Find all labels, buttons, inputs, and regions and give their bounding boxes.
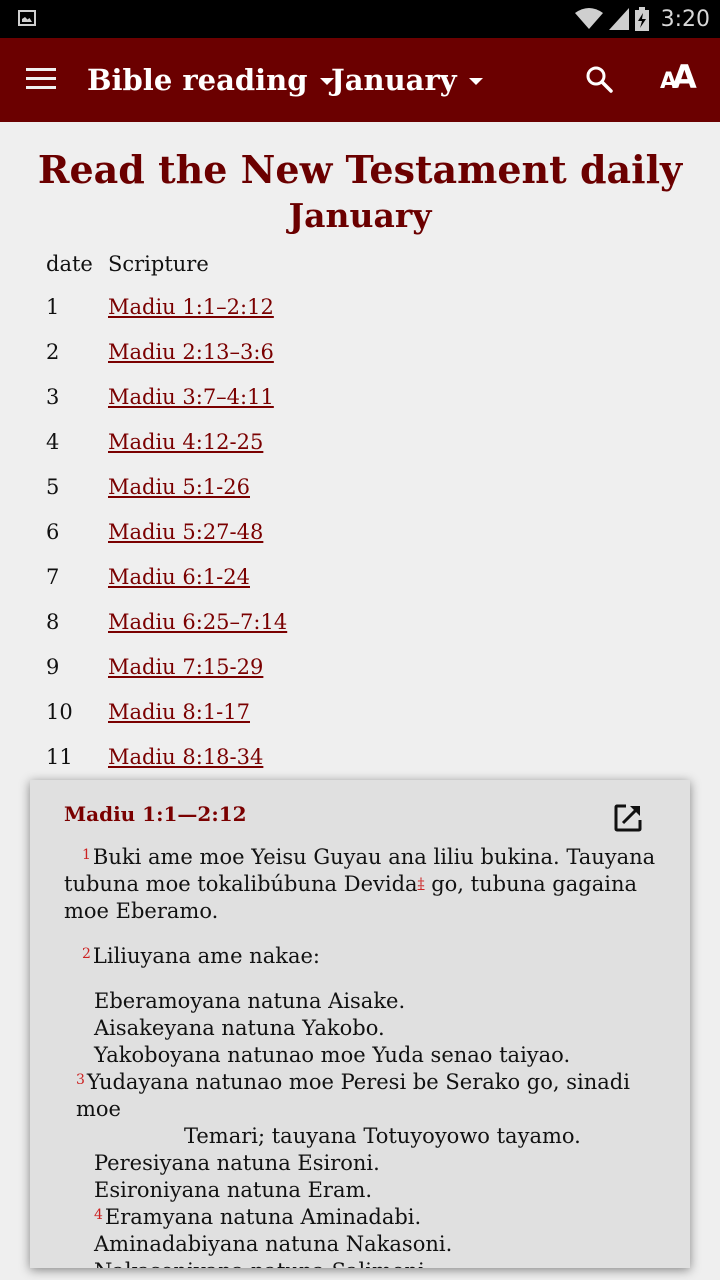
row-date: 5 <box>46 474 60 499</box>
chevron-down-icon <box>468 77 483 85</box>
table-row: 1 Madiu 1:1–2:12 <box>46 284 287 329</box>
scripture-link[interactable]: Madiu 1:1–2:12 <box>108 295 274 319</box>
popup-scripture-text: 1Buki ame moe Yeisu Guyau ana liliu buki… <box>64 844 664 1268</box>
poetry-line: Esironiyana natuna Eram. <box>94 1178 373 1202</box>
table-header-row: date Scripture <box>46 244 287 284</box>
verse-paragraph: 1Buki ame moe Yeisu Guyau ana liliu buki… <box>64 844 664 925</box>
verse-text: Liliuyana ame nakae: <box>92 944 320 968</box>
poetry-line: 4Eramyana natuna Aminadabi. <box>94 1205 422 1229</box>
scripture-link[interactable]: Madiu 8:18-34 <box>108 745 263 769</box>
book-selector-label: Bible reading <box>87 63 308 97</box>
table-row: 9 Madiu 7:15-29 <box>46 644 287 689</box>
poetry-line: Aminadabiyana natuna Nakasoni. <box>94 1232 453 1256</box>
poetry-block: Eberamoyana natuna Aisake. Aisakeyana na… <box>64 988 664 1268</box>
scripture-link[interactable]: Madiu 6:25–7:14 <box>108 610 287 634</box>
table-row: 3 Madiu 3:7–4:11 <box>46 374 287 419</box>
poetry-line: Peresiyana natuna Esironi. <box>94 1151 380 1175</box>
header-date: date <box>46 252 93 276</box>
scripture-link[interactable]: Madiu 6:1-24 <box>108 565 250 589</box>
scripture-link[interactable]: Madiu 8:1-17 <box>108 700 250 724</box>
month-selector-dropdown[interactable]: January <box>331 58 483 102</box>
row-date: 6 <box>46 519 60 544</box>
font-size-icon[interactable]: A A <box>658 58 698 100</box>
table-row: 5 Madiu 5:1-26 <box>46 464 287 509</box>
row-date: 7 <box>46 564 60 589</box>
row-date: 10 <box>46 699 73 724</box>
table-row: 6 Madiu 5:27-48 <box>46 509 287 554</box>
table-row: 11 Madiu 8:18-34 <box>46 734 287 779</box>
image-notification-icon <box>18 10 36 26</box>
wifi-icon <box>574 8 603 29</box>
verse-number: 3 <box>76 1072 85 1088</box>
popup-title: Madiu 1:1—2:12 <box>64 802 247 826</box>
scripture-link[interactable]: Madiu 5:27-48 <box>108 520 263 544</box>
verse-number: 4 <box>94 1207 103 1223</box>
status-bar: 3:20 <box>0 0 720 38</box>
poetry-line: Aisakeyana natuna Yakobo. <box>94 1016 385 1040</box>
poetry-line: Eberamoyana natuna Aisake. <box>94 989 406 1013</box>
row-date: 8 <box>46 609 60 634</box>
row-date: 11 <box>46 744 73 769</box>
book-selector-dropdown[interactable]: Bible reading <box>87 58 334 102</box>
search-icon[interactable] <box>584 64 614 94</box>
table-row: 8 Madiu 6:25–7:14 <box>46 599 287 644</box>
page-subtitle: January <box>288 196 432 235</box>
hamburger-menu-icon[interactable] <box>26 68 56 90</box>
clock: 3:20 <box>660 6 710 32</box>
row-date: 3 <box>46 384 60 409</box>
reading-table: date Scripture 1 Madiu 1:1–2:12 2 Madiu 2:… <box>46 244 287 779</box>
page-title: Read the New Testament daily <box>37 147 683 192</box>
poetry-line: Nakasoniyana natuna Salimoni. <box>94 1258 664 1268</box>
scripture-link[interactable]: Madiu 5:1-26 <box>108 475 250 499</box>
status-icons: 3:20 <box>574 0 710 38</box>
verse-number: 1 <box>82 847 91 863</box>
scripture-link[interactable]: Madiu 3:7–4:11 <box>108 385 274 409</box>
month-selector-label: January <box>331 63 457 97</box>
poetry-line: Yakoboyana natunao moe Yuda senao taiyao… <box>94 1043 571 1067</box>
table-row: 7 Madiu 6:1-24 <box>46 554 287 599</box>
verse-paragraph: 2Liliuyana ame nakae: <box>64 943 664 970</box>
poetry-line: 3Yudayana natunao moe Peresi be Serako g… <box>76 1070 630 1121</box>
row-date: 4 <box>46 429 60 454</box>
scripture-link[interactable]: Madiu 2:13–3:6 <box>108 340 274 364</box>
table-row: 10 Madiu 8:1-17 <box>46 689 287 734</box>
app-bar: Bible reading January A A <box>0 38 720 122</box>
header-scripture: Scripture <box>108 252 209 276</box>
scripture-preview-popup[interactable]: Madiu 1:1—2:12 1Buki ame moe Yeisu Guyau… <box>30 780 690 1268</box>
verse-number: 2 <box>82 946 91 962</box>
table-row: 4 Madiu 4:12-25 <box>46 419 287 464</box>
open-external-icon[interactable] <box>612 802 644 834</box>
cell-signal-icon <box>608 8 629 30</box>
scripture-link[interactable]: Madiu 4:12-25 <box>108 430 263 454</box>
poetry-line: Temari; tauyana Totuyoyowo tayamo. <box>184 1124 581 1148</box>
row-date: 1 <box>46 294 60 319</box>
row-date: 2 <box>46 339 60 364</box>
table-row: 2 Madiu 2:13–3:6 <box>46 329 287 374</box>
footnote-marker[interactable]: ‡ <box>418 876 425 892</box>
row-date: 9 <box>46 654 60 679</box>
battery-charging-icon <box>634 7 649 31</box>
reading-plan-content: Read the New Testament daily January dat… <box>0 122 720 779</box>
scripture-link[interactable]: Madiu 7:15-29 <box>108 655 263 679</box>
